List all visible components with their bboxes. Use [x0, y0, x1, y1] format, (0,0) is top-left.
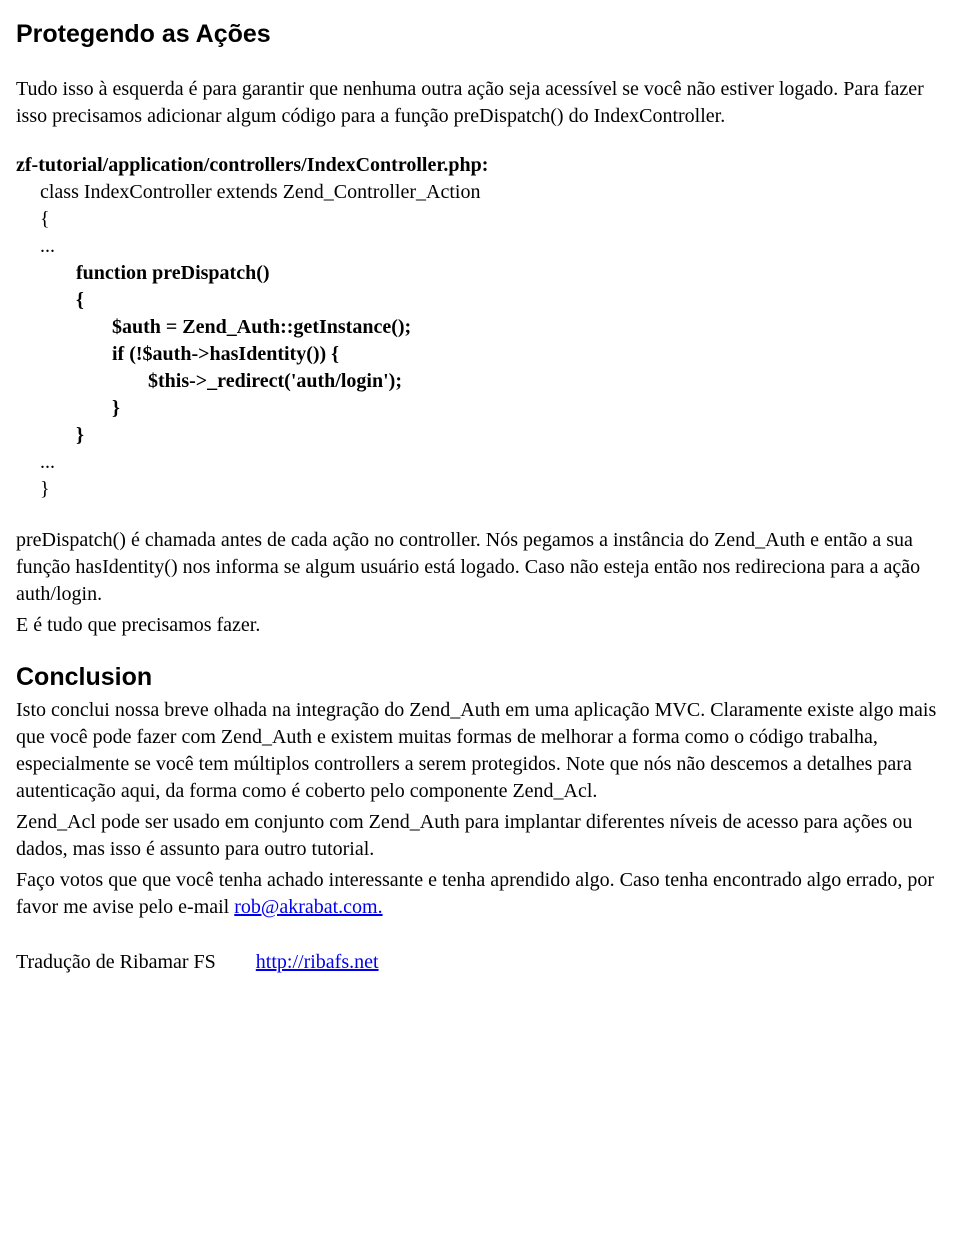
conclusion-text: Faço votos que que você tenha achado int… [16, 869, 934, 918]
code-line: } [40, 422, 944, 449]
code-line: class IndexController extends Zend_Contr… [40, 179, 944, 206]
code-line: { [40, 287, 944, 314]
translator-credit: Tradução de Ribamar FS [16, 951, 216, 973]
code-line: } [40, 476, 944, 503]
explain-paragraph-1: preDispatch() é chamada antes de cada aç… [16, 527, 944, 608]
email-link[interactable]: rob@akrabat.com. [234, 896, 382, 918]
code-line: } [40, 395, 944, 422]
code-line: $this->_redirect('auth/login'); [40, 368, 944, 395]
intro-paragraph: Tudo isso à esquerda é para garantir que… [16, 76, 944, 130]
code-line: { [40, 206, 944, 233]
conclusion-paragraph-1: Isto conclui nossa breve olhada na integ… [16, 697, 944, 805]
code-line: $auth = Zend_Auth::getInstance(); [40, 314, 944, 341]
heading-conclusion: Conclusion [16, 661, 944, 695]
code-line: ... [40, 233, 944, 260]
conclusion-paragraph-2: Zend_Acl pode ser usado em conjunto com … [16, 809, 944, 863]
conclusion-paragraph-3: Faço votos que que você tenha achado int… [16, 867, 944, 921]
footer: Tradução de Ribamar FS http://ribafs.net [16, 949, 944, 976]
code-line: function preDispatch() [40, 260, 944, 287]
code-line: ... [40, 449, 944, 476]
code-block: class IndexController extends Zend_Contr… [40, 179, 944, 503]
translator-link[interactable]: http://ribafs.net [256, 951, 379, 973]
explain-paragraph-2: E é tudo que precisamos fazer. [16, 612, 944, 639]
code-line: if (!$auth->hasIdentity()) { [40, 341, 944, 368]
heading-protegendo: Protegendo as Ações [16, 18, 944, 52]
file-path-label: zf-tutorial/application/controllers/Inde… [16, 152, 944, 179]
